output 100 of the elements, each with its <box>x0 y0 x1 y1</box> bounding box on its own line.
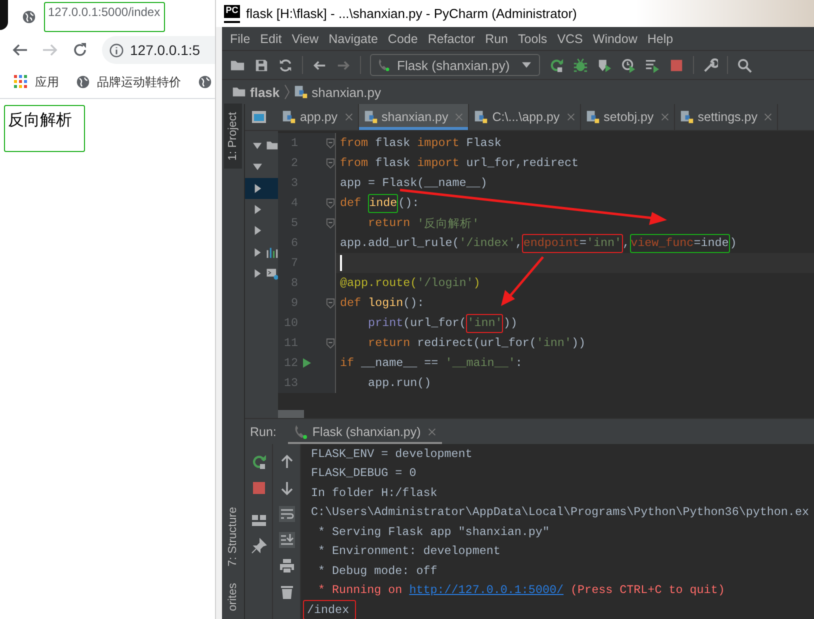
fold-icon[interactable] <box>326 138 335 148</box>
console-text: * Running on <box>317 583 404 598</box>
expand-down-icon[interactable] <box>253 141 262 150</box>
console-text: C:\Users\Administrator\AppData\Local\Programs\Python\Python36\python.ex <box>311 505 809 520</box>
close-icon[interactable] <box>566 113 575 121</box>
wrap-icon[interactable] <box>278 506 294 522</box>
arrow-down-icon[interactable] <box>278 480 294 496</box>
stop-icon[interactable] <box>250 480 266 496</box>
back-icon[interactable] <box>12 42 28 58</box>
expand-right-icon[interactable] <box>253 184 262 193</box>
fold-icon[interactable] <box>326 158 335 168</box>
python-file-icon <box>294 85 308 99</box>
console-text: FLASK_ENV = development <box>311 446 472 461</box>
page-text: 反向解析 <box>7 110 73 131</box>
rerun-icon[interactable] <box>548 58 564 72</box>
code-token: =inde <box>694 236 729 250</box>
apps-icon[interactable] <box>14 75 28 89</box>
tool-window-tab[interactable]: 7: Structure <box>227 499 239 575</box>
code-token: def <box>340 296 362 310</box>
console-text: FLASK_DEBUG = 0 <box>311 466 416 480</box>
expand-right-icon[interactable] <box>253 268 262 278</box>
code-token: endpoint <box>523 236 580 250</box>
code-token: (): <box>398 196 420 210</box>
run-tab[interactable]: Flask (shanxian.py) <box>288 419 442 444</box>
tool-window-tab[interactable]: 1: Project <box>224 104 242 169</box>
stop-icon[interactable] <box>668 58 684 72</box>
annotation-arrow <box>501 256 544 306</box>
menu-item[interactable]: Tools <box>518 32 548 46</box>
expand-right-icon[interactable] <box>253 205 262 214</box>
code-token: login <box>368 296 404 310</box>
expand-right-icon[interactable] <box>253 248 262 257</box>
code-token: )) <box>571 336 586 350</box>
console-text: In folder H:/flask <box>311 486 438 500</box>
run-config-dropdown[interactable]: Flask (shanxian.py) <box>370 54 540 76</box>
close-icon[interactable] <box>764 113 772 121</box>
sync-icon[interactable] <box>278 58 293 72</box>
layout-icon[interactable] <box>250 512 266 528</box>
scroll-end-icon[interactable] <box>278 532 294 548</box>
expand-down-icon[interactable] <box>253 162 262 172</box>
menu-item[interactable]: Code <box>388 32 418 46</box>
chevron-icon <box>284 84 290 100</box>
reload-icon[interactable] <box>72 42 88 58</box>
run-list-icon[interactable] <box>644 58 660 72</box>
bookmark-link[interactable]: 应用 <box>35 74 59 90</box>
editor-tab[interactable]: setobj.py <box>580 104 675 130</box>
menu-item[interactable]: View <box>292 32 319 46</box>
breadcrumb-item[interactable]: shanxian.py <box>312 84 382 100</box>
console-text: * Environment: development <box>317 544 500 558</box>
code-token: Flask <box>465 136 502 150</box>
menu-item[interactable]: Edit <box>260 32 282 46</box>
save-icon[interactable] <box>254 58 269 72</box>
code-token: view_func <box>630 236 694 250</box>
code-token: (url_for( <box>403 316 466 330</box>
menu-item[interactable]: VCS <box>557 32 583 46</box>
close-icon[interactable] <box>344 113 353 121</box>
console-text: * Debug mode: off <box>317 564 438 578</box>
globe-icon[interactable] <box>76 75 90 89</box>
code-token: if <box>340 356 354 370</box>
close-icon[interactable] <box>660 113 669 121</box>
code-token: )) <box>503 316 518 330</box>
fold-icon[interactable] <box>326 198 335 208</box>
globe-icon[interactable] <box>198 75 212 89</box>
run-icon[interactable] <box>303 358 311 368</box>
menu-item[interactable]: Run <box>485 32 508 46</box>
tab-title[interactable]: 127.0.0.1:5000/index <box>45 3 164 31</box>
app-logo: PC <box>224 4 240 22</box>
search-icon[interactable] <box>736 58 752 72</box>
menu-item[interactable]: Help <box>647 32 674 46</box>
fold-icon[interactable] <box>326 338 335 348</box>
code-token: '/index' <box>459 236 516 250</box>
folder-icon <box>232 85 246 99</box>
menu-item[interactable]: Refactor <box>428 32 476 46</box>
bookmark-link[interactable]: 品牌运动鞋特价 <box>97 74 181 90</box>
console-link[interactable]: http://127.0.0.1:5000/ <box>409 583 564 598</box>
fold-icon[interactable] <box>326 298 335 308</box>
pin-icon[interactable] <box>250 538 266 554</box>
editor-tab[interactable]: shanxian.py <box>358 104 470 130</box>
code-token: , <box>515 236 522 250</box>
print-icon[interactable] <box>278 558 294 574</box>
tool-window-tab[interactable]: orites <box>227 574 239 619</box>
menu-item[interactable]: File <box>230 32 250 46</box>
close-icon[interactable] <box>428 428 436 436</box>
coverage-icon[interactable] <box>596 58 612 72</box>
code-token: 'inn' <box>467 316 502 330</box>
menu-item[interactable]: Navigate <box>328 32 378 46</box>
arrow-up-icon[interactable] <box>278 454 294 470</box>
menu-item[interactable]: Window <box>592 32 638 46</box>
trash-icon[interactable] <box>278 584 294 600</box>
address-bar[interactable]: 127.0.0.1:5 <box>102 36 215 64</box>
bug-icon[interactable] <box>572 58 588 72</box>
profile-icon[interactable] <box>620 58 636 72</box>
fold-icon[interactable] <box>326 218 335 228</box>
wrench-icon[interactable] <box>702 58 718 72</box>
editor-tab[interactable]: settings.py <box>674 104 778 130</box>
expand-right-icon[interactable] <box>253 226 262 236</box>
window-icon[interactable] <box>251 109 267 125</box>
phone-icon <box>294 424 308 438</box>
scrollbar-thumb[interactable] <box>278 410 304 418</box>
breadcrumb-item[interactable]: flask <box>250 84 280 100</box>
rerun-icon[interactable] <box>250 454 266 470</box>
